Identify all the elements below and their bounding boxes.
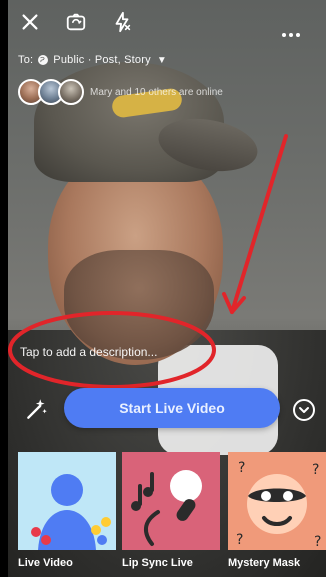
top-bar — [18, 10, 318, 38]
flip-camera-button[interactable] — [64, 10, 88, 34]
close-button[interactable] — [18, 10, 42, 34]
avatar — [58, 79, 84, 105]
svg-text:?: ? — [312, 462, 319, 478]
mode-live-video[interactable] — [18, 452, 116, 550]
svg-text:?: ? — [236, 532, 243, 548]
flash-button[interactable] — [110, 10, 134, 34]
viewers-row: Mary and 10 others are online — [18, 79, 223, 105]
chevron-down-circle-icon[interactable] — [292, 398, 316, 422]
lip-sync-mode-icon — [122, 452, 220, 550]
live-video-mode-icon — [18, 452, 116, 550]
mystery-mask-mode-icon: ? ? ? ? — [228, 452, 326, 550]
mode-label-lip-sync-live: Lip Sync Live — [122, 557, 193, 569]
flash-off-icon — [115, 11, 131, 33]
mode-lip-sync-live[interactable] — [122, 452, 220, 550]
svg-text:?: ? — [238, 460, 245, 476]
flip-camera-icon — [66, 13, 86, 31]
online-status-text: Mary and 10 others are online — [90, 86, 223, 98]
audience-selector[interactable]: To: Public · Post, Story ▼ — [18, 54, 167, 66]
dot-icon — [282, 33, 286, 38]
description-input[interactable]: Tap to add a description... — [20, 345, 157, 359]
dot-icon — [296, 33, 300, 38]
mode-carousel: Live Video Lip Sync Live ? ? ? ? Mystery — [8, 452, 326, 577]
dot-icon — [289, 33, 293, 38]
close-icon — [22, 14, 38, 30]
more-options-button[interactable] — [279, 24, 300, 45]
effects-wand-icon[interactable] — [24, 396, 50, 422]
start-live-video-button[interactable]: Start Live Video — [64, 388, 280, 428]
chevron-down-icon: ▼ — [156, 54, 167, 66]
mode-label-live-video: Live Video — [18, 557, 73, 569]
mode-mystery-mask[interactable]: ? ? ? ? — [228, 452, 326, 550]
mode-label-mystery-mask: Mystery Mask — [228, 557, 301, 569]
subject-beard — [64, 250, 214, 360]
audience-prefix: To: — [18, 54, 34, 66]
audience-value: Public · Post, Story — [53, 54, 151, 66]
svg-text:?: ? — [314, 534, 321, 550]
globe-icon — [38, 55, 49, 65]
